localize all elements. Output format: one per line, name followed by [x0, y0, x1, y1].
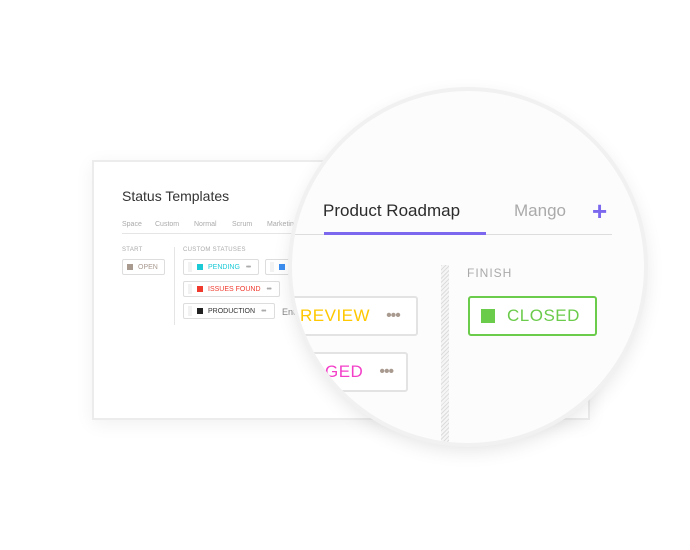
status-merged[interactable]: GED ••• [292, 352, 408, 392]
more-icon[interactable]: ••• [261, 308, 266, 315]
tab-scrum[interactable]: Scrum [232, 221, 252, 228]
status-label: GED [325, 362, 364, 381]
status-label: REVIEW [300, 306, 371, 325]
status-label: PENDING [208, 263, 240, 271]
start-label: START [122, 247, 143, 253]
tab-space[interactable]: Space [122, 221, 142, 228]
more-icon[interactable]: ••• [386, 307, 401, 325]
status-label: CLOSED [507, 306, 580, 325]
status-label: ISSUES FOUND [208, 285, 261, 293]
add-tab-icon[interactable]: + [592, 196, 607, 226]
status-open[interactable]: OPEN [122, 259, 165, 275]
status-closed[interactable]: CLOSED [468, 296, 597, 336]
status-label: OPEN [138, 263, 158, 271]
tab-mango[interactable]: Mango [514, 201, 566, 221]
more-icon[interactable]: ••• [379, 363, 394, 381]
column-divider [441, 265, 449, 443]
status-color-icon [481, 309, 495, 323]
active-tab-indicator [324, 232, 486, 235]
status-pending[interactable]: PENDING ••• [183, 259, 259, 275]
column-divider [174, 247, 175, 325]
status-production[interactable]: PRODUCTION ••• [183, 303, 275, 319]
custom-statuses-label: CUSTOM STATUSES [183, 247, 246, 253]
more-icon[interactable]: ••• [267, 286, 272, 293]
drag-handle-icon[interactable] [188, 284, 192, 294]
status-color-icon [197, 286, 203, 292]
status-color-icon [279, 264, 285, 270]
drag-handle-icon[interactable] [188, 262, 192, 272]
tab-normal[interactable]: Normal [194, 221, 217, 228]
status-color-icon [127, 264, 133, 270]
status-issues-found[interactable]: ISSUES FOUND ••• [183, 281, 280, 297]
status-color-icon [197, 308, 203, 314]
tab-product-roadmap[interactable]: Product Roadmap [323, 201, 460, 221]
status-label: PRODUCTION [208, 307, 256, 315]
page-title: Status Templates [122, 188, 230, 204]
finish-label: FINISH [467, 266, 513, 280]
status-review[interactable]: REVIEW ••• [292, 296, 418, 336]
more-icon[interactable]: ••• [246, 264, 251, 271]
drag-handle-icon[interactable] [188, 306, 192, 316]
magnifier: Product Roadmap Mango + REVIEW ••• GED •… [292, 91, 644, 443]
drag-handle-icon[interactable] [270, 262, 274, 272]
tab-custom[interactable]: Custom [155, 221, 179, 228]
status-color-icon [197, 264, 203, 270]
